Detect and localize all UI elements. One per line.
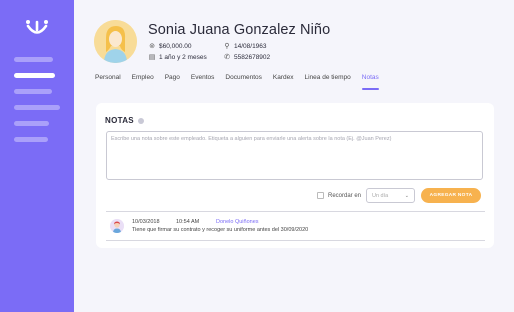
- remember-select-value: Un día: [372, 192, 389, 199]
- sidebar-item-3[interactable]: [14, 89, 52, 94]
- remember-label: Recordar en: [328, 192, 362, 199]
- note-text: Tiene que firmar su contrato y recoger s…: [132, 227, 309, 233]
- note-time: 10:54 AM: [176, 219, 200, 225]
- salary-row: ⊚ $60,000.00: [148, 42, 192, 51]
- tab-pago[interactable]: Pago: [165, 74, 180, 81]
- note-author-avatar: [110, 219, 124, 233]
- phone-value: 5582678902: [234, 53, 271, 61]
- employee-name: Sonia Juana Gonzalez Niño: [148, 22, 331, 38]
- tab-kardex[interactable]: Kardex: [273, 74, 294, 81]
- calendar-icon: ▤: [148, 54, 156, 61]
- sidebar-item-4[interactable]: [14, 105, 60, 110]
- tab-eventos[interactable]: Eventos: [191, 74, 215, 81]
- remember-checkbox[interactable]: [317, 192, 324, 199]
- notes-title-text: NOTAS: [105, 116, 134, 125]
- birthdate-value: 14/08/1963: [234, 42, 267, 50]
- salary-value: $60,000.00: [159, 42, 192, 50]
- tab-documentos[interactable]: Documentos: [225, 74, 262, 81]
- tu-logo-icon[interactable]: [25, 19, 49, 37]
- tenure-value: 1 año y 2 meses: [159, 53, 207, 61]
- notes-title: NOTAS: [105, 116, 144, 125]
- note-date: 10/03/2018: [132, 219, 160, 225]
- remember-select[interactable]: Un día ⌄: [366, 188, 415, 203]
- tab-empleo[interactable]: Empleo: [132, 74, 154, 81]
- sidebar-item-6[interactable]: [14, 137, 48, 142]
- sidebar-item-1[interactable]: [14, 57, 53, 62]
- remember-option: Recordar en: [317, 192, 361, 199]
- phone-row: ✆ 5582678902: [223, 53, 271, 62]
- phone-icon: ✆: [224, 54, 230, 61]
- tab-notas[interactable]: Notas: [361, 74, 379, 90]
- birthdate-row: ⚲ 14/08/1963: [223, 42, 267, 51]
- note-input[interactable]: [106, 131, 483, 180]
- sidebar-item-5[interactable]: [14, 121, 49, 126]
- divider-bottom: [106, 240, 485, 241]
- avatar: [94, 20, 137, 63]
- profile-tabs: Personal Empleo Pago Eventos Documentos …: [95, 74, 379, 90]
- location-pin-icon: ⚲: [224, 43, 230, 50]
- sidebar-item-2[interactable]: [14, 73, 55, 78]
- tenure-row: ▤ 1 año y 2 meses: [148, 53, 207, 62]
- note-author-link[interactable]: Donelo Quiñones: [216, 219, 259, 225]
- tab-linea-de-tiempo[interactable]: Linea de tiempo: [305, 74, 351, 81]
- info-icon[interactable]: [137, 117, 144, 124]
- notes-card: NOTAS Recordar en Un día ⌄ AGREGAR NOTA …: [96, 103, 494, 248]
- add-note-button[interactable]: AGREGAR NOTA: [421, 188, 481, 203]
- tab-personal[interactable]: Personal: [95, 74, 121, 81]
- chevron-down-icon: ⌄: [404, 192, 409, 199]
- money-icon: ⊚: [149, 43, 155, 50]
- sidebar: [0, 0, 74, 312]
- divider-top: [106, 211, 485, 212]
